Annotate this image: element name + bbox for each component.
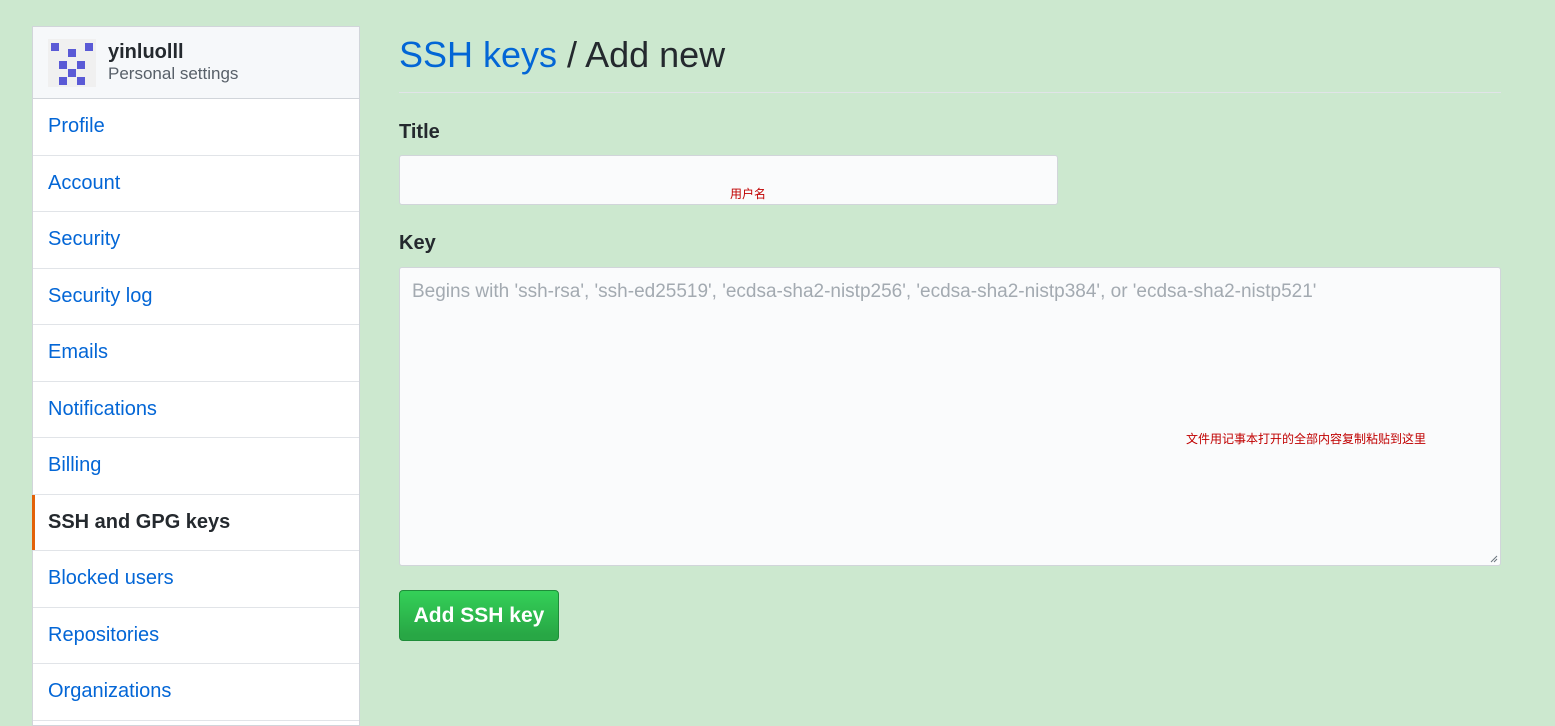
sidebar-item-blocked-users[interactable]: Blocked users: [33, 551, 359, 608]
page-title: SSH keys / Add new: [399, 26, 1501, 93]
key-label: Key: [399, 232, 436, 254]
settings-menu: Profile Account Security Security log Em…: [32, 99, 359, 721]
resize-grip-icon[interactable]: [1490, 555, 1498, 563]
sidebar-item-organizations[interactable]: Organizations: [33, 664, 359, 721]
sidebar-subtitle: Personal settings: [108, 64, 239, 84]
avatar[interactable]: [48, 38, 96, 87]
add-ssh-key-button[interactable]: Add SSH key: [399, 590, 559, 641]
key-placeholder: Begins with 'ssh-rsa', 'ssh-ed25519', 'e…: [412, 281, 1317, 302]
sidebar-item-ssh-gpg-keys[interactable]: SSH and GPG keys: [32, 494, 359, 551]
main-content: SSH keys / Add new Title 用户名 Key Begins …: [399, 26, 1501, 641]
sidebar-item-repositories[interactable]: Repositories: [33, 608, 359, 664]
sidebar-item-security-log[interactable]: Security log: [33, 269, 359, 325]
title-annotation: 用户名: [730, 187, 767, 201]
username[interactable]: yinluolll: [108, 40, 238, 64]
sidebar-item-notifications[interactable]: Notifications: [33, 382, 359, 438]
page-title-text: Add new: [585, 34, 726, 75]
sidebar-item-security[interactable]: Security: [33, 212, 359, 269]
title-input[interactable]: 用户名: [399, 155, 1058, 205]
title-label: Title: [399, 121, 440, 143]
sidebar-item-emails[interactable]: Emails: [33, 325, 359, 382]
breadcrumb-ssh-keys-link[interactable]: SSH keys: [399, 34, 557, 75]
settings-sidebar: yinluolll Personal settings Profile Acco…: [32, 26, 360, 726]
sidebar-header: yinluolll Personal settings: [33, 27, 359, 99]
user-info: yinluolll Personal settings: [108, 40, 238, 84]
sidebar-item-billing[interactable]: Billing: [33, 438, 359, 495]
key-annotation: 文件用记事本打开的全部内容复制粘贴到这里: [1186, 432, 1427, 446]
key-textarea[interactable]: Begins with 'ssh-rsa', 'ssh-ed25519', 'e…: [399, 267, 1501, 566]
breadcrumb-separator: /: [557, 34, 586, 75]
sidebar-item-account[interactable]: Account: [33, 156, 359, 212]
sidebar-item-profile[interactable]: Profile: [33, 99, 359, 156]
